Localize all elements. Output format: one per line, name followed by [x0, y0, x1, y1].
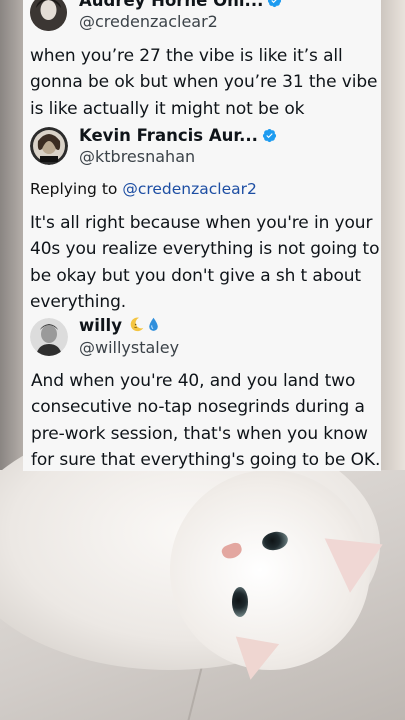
crescent-moon-icon — [128, 316, 145, 333]
background-wall-right — [381, 0, 405, 470]
author-handle[interactable]: @ktbresnahan — [79, 147, 195, 166]
verified-badge-icon — [262, 128, 277, 143]
tweet-text: And when you're 40, and you land two con… — [31, 371, 381, 470]
tweet-text: when you’re 27 the vibe is like it’s all… — [30, 46, 378, 119]
cat-ear — [228, 636, 280, 684]
screenshot-stage: Audrey Horne Onl... @credenzaclear2 when… — [0, 0, 405, 720]
avatar-portrait-icon — [30, 318, 68, 356]
author-name-row: Audrey Horne Onl... — [79, 0, 282, 10]
avatar-portrait-icon — [30, 0, 67, 31]
tweet-2: Kevin Francis Aur... @ktbresnahan Replyi… — [23, 122, 381, 317]
avatar[interactable] — [30, 318, 68, 356]
reply-context: Replying to @credenzaclear2 — [30, 180, 257, 198]
avatar[interactable] — [30, 127, 68, 165]
reply-prefix: Replying to — [30, 180, 118, 198]
cat-eye — [232, 587, 248, 617]
author-handle[interactable]: @willystaley — [79, 338, 179, 357]
author-name[interactable]: willy — [79, 316, 122, 335]
author-name-row: Kevin Francis Aur... — [79, 126, 277, 145]
avatar[interactable] — [30, 0, 67, 31]
droplet-icon — [145, 316, 162, 333]
author-name[interactable]: Audrey Horne Onl... — [79, 0, 263, 10]
tweet-text: It's all right because when you're in yo… — [30, 213, 380, 312]
tweet-1: Audrey Horne Onl... @credenzaclear2 when… — [23, 0, 381, 125]
tweet-thread-card: Audrey Horne Onl... @credenzaclear2 when… — [23, 0, 381, 471]
author-handle[interactable]: @credenzaclear2 — [79, 12, 218, 31]
verified-badge-icon — [267, 0, 282, 8]
author-name-row: willy — [79, 316, 162, 335]
reply-mention-link[interactable]: @credenzaclear2 — [122, 180, 257, 198]
author-name[interactable]: Kevin Francis Aur... — [79, 126, 258, 145]
avatar-portrait-icon — [30, 127, 68, 165]
tweet-3: willy @willystaley And when you're 40, a… — [23, 312, 381, 472]
